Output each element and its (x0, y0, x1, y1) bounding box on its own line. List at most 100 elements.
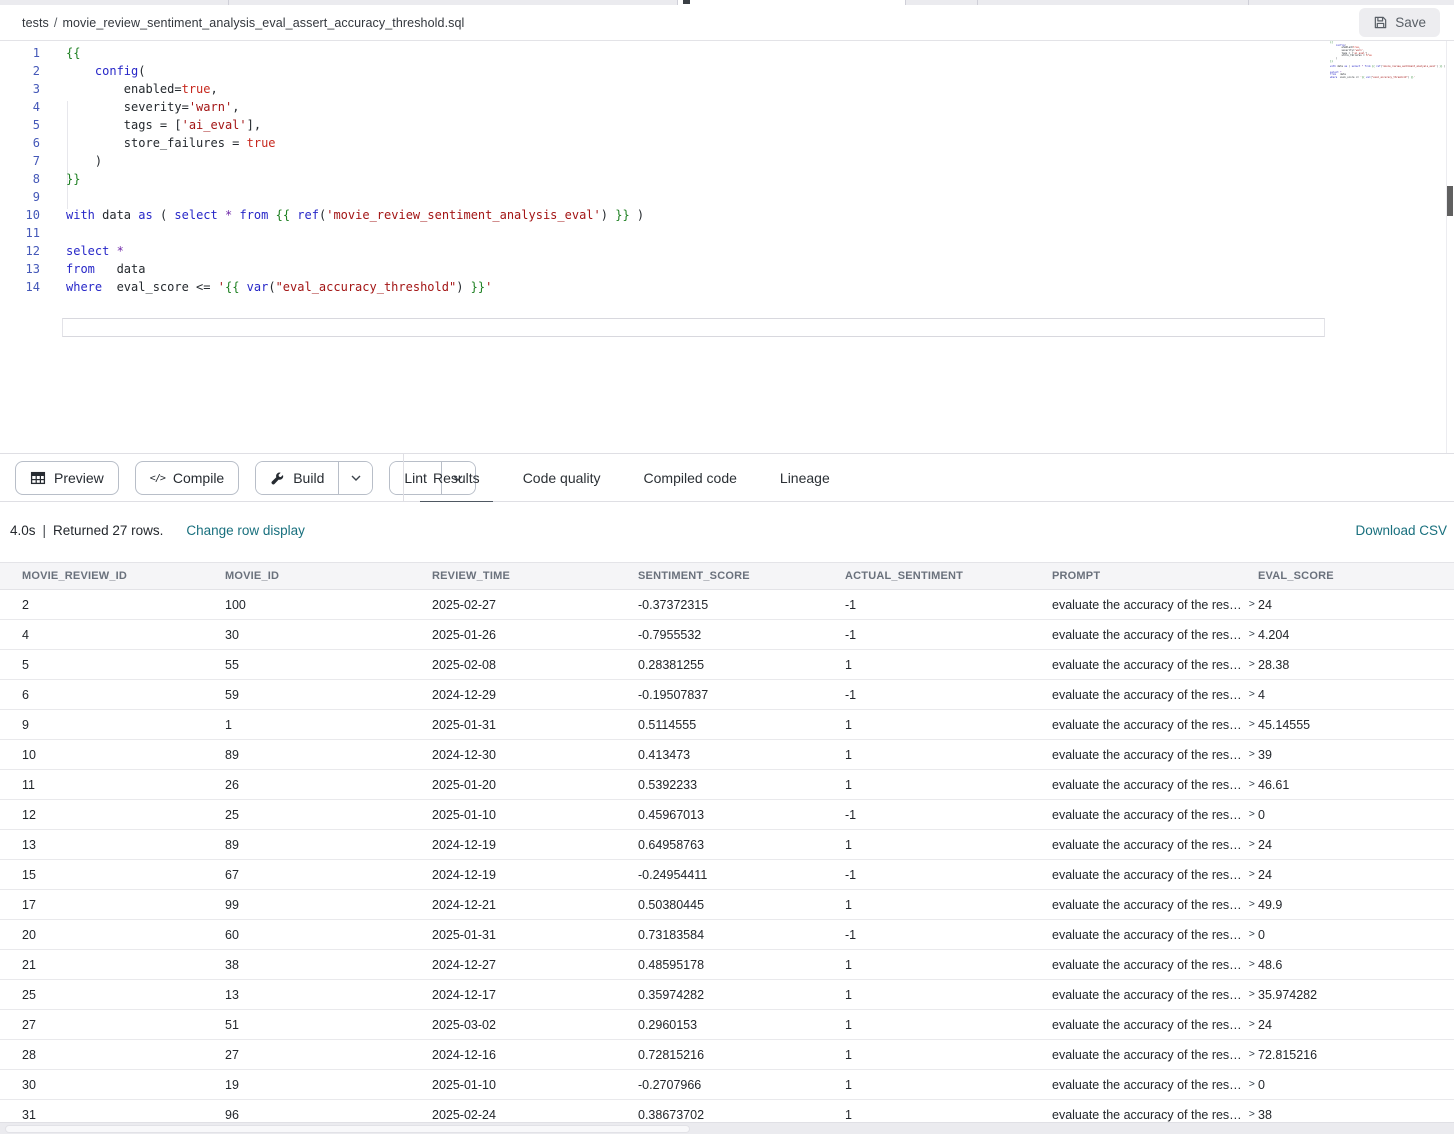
tab-results[interactable]: Results (420, 454, 493, 502)
table-row: 13892024-12-190.649587631evaluate the ac… (0, 830, 1454, 860)
cell-movie_review_id: 6 (22, 688, 225, 702)
prompt-expand-icon[interactable]: > (1249, 778, 1255, 790)
cell-eval_score: 4 (1258, 688, 1454, 702)
prompt-expand-icon[interactable]: > (1249, 628, 1255, 640)
preview-table-icon (30, 470, 46, 486)
preview-button[interactable]: Preview (15, 461, 119, 495)
prompt-expand-icon[interactable]: > (1249, 688, 1255, 700)
compile-button[interactable]: </> Compile (135, 461, 239, 495)
cell-actual_sentiment: 1 (845, 1078, 1052, 1092)
breadcrumb-separator: / (54, 16, 58, 30)
line-number: 10 (0, 206, 40, 224)
minimap[interactable]: {{ config( enabled=true, severity='warn'… (1328, 42, 1446, 80)
cell-prompt: evaluate the accuracy of the res…> (1052, 958, 1258, 972)
prompt-expand-icon[interactable]: > (1249, 718, 1255, 730)
code-line-2[interactable]: 2 config( (0, 62, 1434, 80)
code-line-3[interactable]: 3 enabled=true, (0, 80, 1434, 98)
code-line-10: with data as ( select * from {{ ref('mov… (1328, 66, 1446, 69)
line-number: 8 (0, 170, 40, 188)
table-row: 6592024-12-29-0.19507837-1evaluate the a… (0, 680, 1454, 710)
prompt-expand-icon[interactable]: > (1249, 1018, 1255, 1030)
save-button[interactable]: Save (1359, 8, 1440, 37)
cell-prompt: evaluate the accuracy of the res…> (1052, 928, 1258, 942)
build-label: Build (293, 470, 324, 486)
horizontal-scrollbar[interactable] (0, 1122, 1454, 1134)
cell-movie_id: 25 (225, 808, 432, 822)
cell-sentiment_score: 0.73183584 (638, 928, 845, 942)
code-line-11[interactable]: 11 (0, 224, 1434, 242)
cell-movie_review_id: 25 (22, 988, 225, 1002)
prompt-preview-text: evaluate the accuracy of the res… (1052, 898, 1242, 912)
save-icon (1373, 15, 1388, 30)
cell-actual_sentiment: -1 (845, 598, 1052, 612)
code-line-4[interactable]: 4 severity='warn', (0, 98, 1434, 116)
prompt-expand-icon[interactable]: > (1249, 658, 1255, 670)
prompt-preview-text: evaluate the accuracy of the res… (1052, 838, 1242, 852)
code-line-14[interactable]: 14where eval_score <= '{{ var("eval_accu… (0, 278, 1434, 296)
table-row: 15672024-12-19-0.24954411-1evaluate the … (0, 860, 1454, 890)
line-number: 11 (0, 224, 40, 242)
cell-movie_id: 13 (225, 988, 432, 1002)
tab-code-quality[interactable]: Code quality (510, 454, 614, 502)
prompt-expand-icon[interactable]: > (1249, 808, 1255, 820)
code-editor[interactable]: 1{{2 config(3 enabled=true,4 severity='w… (0, 41, 1454, 453)
code-line-5[interactable]: 5 tags = ['ai_eval'], (0, 116, 1434, 134)
cell-review_time: 2024-12-30 (432, 748, 638, 762)
build-dropdown-button[interactable] (338, 462, 372, 494)
wrench-icon (270, 471, 285, 486)
code-line-8[interactable]: 8}} (0, 170, 1434, 188)
code-line-12[interactable]: 12select * (0, 242, 1434, 260)
column-header-prompt: PROMPT (1052, 570, 1258, 582)
cell-eval_score: 0 (1258, 928, 1454, 942)
cell-movie_review_id: 15 (22, 868, 225, 882)
cell-movie_review_id: 20 (22, 928, 225, 942)
prompt-expand-icon[interactable]: > (1249, 1108, 1255, 1120)
cell-actual_sentiment: 1 (845, 838, 1052, 852)
cell-eval_score: 4.204 (1258, 628, 1454, 642)
cell-eval_score: 28.38 (1258, 658, 1454, 672)
cell-sentiment_score: 0.50380445 (638, 898, 845, 912)
build-button[interactable]: Build (256, 462, 338, 494)
horizontal-scrollbar-handle[interactable] (5, 1125, 690, 1133)
editor-scrollbar[interactable] (1446, 41, 1454, 453)
code-line-9[interactable]: 9 (0, 188, 1434, 206)
code-lines[interactable]: 1{{2 config(3 enabled=true,4 severity='w… (0, 44, 1434, 296)
prompt-expand-icon[interactable]: > (1249, 1048, 1255, 1060)
cell-sentiment_score: 0.38673702 (638, 1108, 845, 1122)
prompt-expand-icon[interactable]: > (1249, 838, 1255, 850)
cell-eval_score: 24 (1258, 598, 1454, 612)
tab-lineage[interactable]: Lineage (767, 454, 843, 502)
prompt-expand-icon[interactable]: > (1249, 598, 1255, 610)
prompt-expand-icon[interactable]: > (1249, 748, 1255, 760)
prompt-expand-icon[interactable]: > (1249, 958, 1255, 970)
download-csv-link[interactable]: Download CSV (1355, 523, 1447, 538)
code-line-13[interactable]: 13from data (0, 260, 1434, 278)
cell-eval_score: 45.14555 (1258, 718, 1454, 732)
tab-compiled-code[interactable]: Compiled code (631, 454, 750, 502)
prompt-expand-icon[interactable]: > (1249, 898, 1255, 910)
editor-scrollbar-handle[interactable] (1447, 186, 1453, 216)
breadcrumb-directory[interactable]: tests (22, 16, 49, 30)
change-row-display-link[interactable]: Change row display (186, 523, 305, 538)
code-line-1[interactable]: 1{{ (0, 44, 1434, 62)
prompt-preview-text: evaluate the accuracy of the res… (1052, 778, 1242, 792)
prompt-expand-icon[interactable]: > (1249, 928, 1255, 940)
table-row: 5552025-02-080.283812551evaluate the acc… (0, 650, 1454, 680)
cell-movie_review_id: 5 (22, 658, 225, 672)
cell-prompt: evaluate the accuracy of the res…> (1052, 598, 1258, 612)
column-header-eval_score: EVAL_SCORE (1258, 570, 1454, 582)
prompt-expand-icon[interactable]: > (1249, 868, 1255, 880)
code-line-7[interactable]: 7 ) (0, 152, 1434, 170)
cell-review_time: 2025-02-08 (432, 658, 638, 672)
build-split-button: Build (255, 461, 373, 495)
line-number: 13 (0, 260, 40, 278)
cell-movie_review_id: 27 (22, 1018, 225, 1032)
cell-prompt: evaluate the accuracy of the res…> (1052, 628, 1258, 642)
cell-sentiment_score: 0.64958763 (638, 838, 845, 852)
prompt-expand-icon[interactable]: > (1249, 988, 1255, 1000)
cell-movie_review_id: 28 (22, 1048, 225, 1062)
code-line-10[interactable]: 10with data as ( select * from {{ ref('m… (0, 206, 1434, 224)
code-line-6[interactable]: 6 store_failures = true (0, 134, 1434, 152)
prompt-expand-icon[interactable]: > (1249, 1078, 1255, 1090)
table-row: 10892024-12-300.4134731evaluate the accu… (0, 740, 1454, 770)
